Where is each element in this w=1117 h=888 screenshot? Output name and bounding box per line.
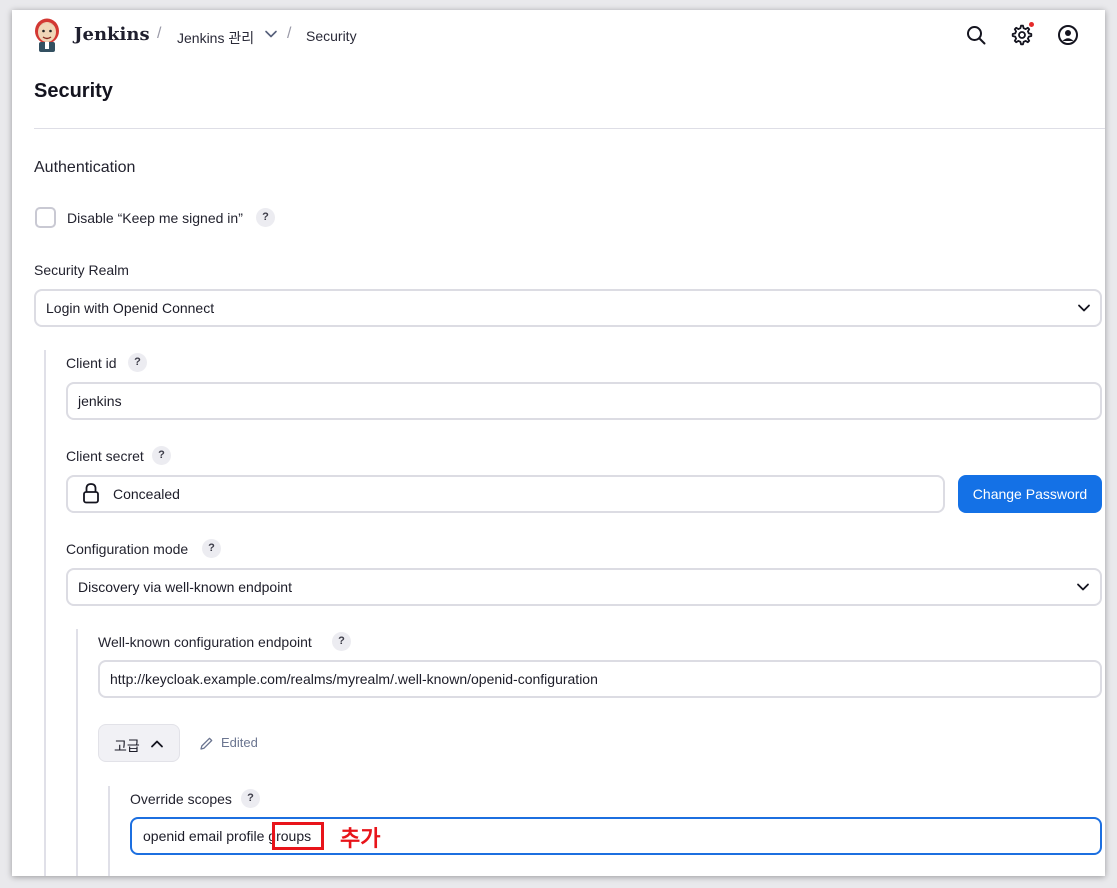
help-icon[interactable]: ? <box>128 353 147 372</box>
jenkins-logo-icon[interactable] <box>32 17 62 53</box>
breadcrumb-separator: / <box>287 25 292 42</box>
client-id-input[interactable]: jenkins <box>66 382 1102 420</box>
change-password-button[interactable]: Change Password <box>958 475 1102 513</box>
security-realm-label: Security Realm <box>34 262 129 278</box>
advanced-toggle-button[interactable]: 고급 <box>98 724 180 762</box>
nested-indent-bar <box>108 786 110 876</box>
client-secret-field[interactable]: Concealed <box>66 475 945 513</box>
notification-dot <box>1029 22 1034 27</box>
nested-indent-bar <box>44 350 46 876</box>
chevron-up-icon <box>151 740 163 748</box>
configuration-mode-select[interactable]: Discovery via well-known endpoint <box>66 568 1102 606</box>
jenkins-window: Jenkins / Jenkins 관리 / Security Security… <box>12 10 1105 876</box>
lock-icon <box>83 483 99 504</box>
help-icon[interactable]: ? <box>332 632 351 651</box>
help-icon[interactable]: ? <box>202 539 221 558</box>
chevron-down-icon[interactable] <box>1077 301 1091 315</box>
wellknown-endpoint-input[interactable]: http://keycloak.example.com/realms/myrea… <box>98 660 1102 698</box>
help-icon[interactable]: ? <box>256 208 275 227</box>
disable-keep-signed-in-checkbox[interactable] <box>35 207 56 228</box>
help-icon[interactable]: ? <box>241 789 260 808</box>
title-divider <box>34 128 1105 129</box>
client-secret-label: Client secret <box>66 448 144 464</box>
brand-name[interactable]: Jenkins <box>74 24 150 45</box>
override-scopes-label: Override scopes <box>130 791 232 807</box>
user-account-icon[interactable] <box>1057 24 1079 46</box>
chevron-down-icon[interactable] <box>264 27 278 41</box>
disable-keep-signed-in-label[interactable]: Disable “Keep me signed in” <box>67 210 243 226</box>
override-scopes-value-prefix: openid email profile <box>143 828 269 844</box>
help-icon[interactable]: ? <box>152 446 171 465</box>
security-realm-select[interactable]: Login with Openid Connect <box>34 289 1102 327</box>
breadcrumb-separator: / <box>157 25 162 42</box>
annotation-label: 추가 <box>340 826 381 851</box>
wellknown-endpoint-label: Well-known configuration endpoint <box>98 634 312 650</box>
page-title: Security <box>34 80 113 102</box>
gear-icon[interactable] <box>1011 24 1033 46</box>
nested-indent-bar <box>76 629 78 876</box>
configuration-mode-label: Configuration mode <box>66 541 189 557</box>
search-icon[interactable] <box>965 24 987 46</box>
top-bar: Jenkins / Jenkins 관리 / Security <box>12 10 1105 62</box>
edited-indicator: Edited <box>221 735 258 750</box>
section-title-authentication: Authentication <box>34 159 136 176</box>
pencil-icon <box>200 737 213 750</box>
chevron-down-icon[interactable] <box>1076 580 1090 594</box>
breadcrumb-manage-jenkins[interactable]: Jenkins 관리 <box>177 28 254 48</box>
client-id-label: Client id <box>66 355 117 371</box>
advanced-toggle-label: 고급 <box>114 738 140 754</box>
breadcrumb-security[interactable]: Security <box>306 28 357 44</box>
annotation-highlight-box <box>272 822 324 850</box>
